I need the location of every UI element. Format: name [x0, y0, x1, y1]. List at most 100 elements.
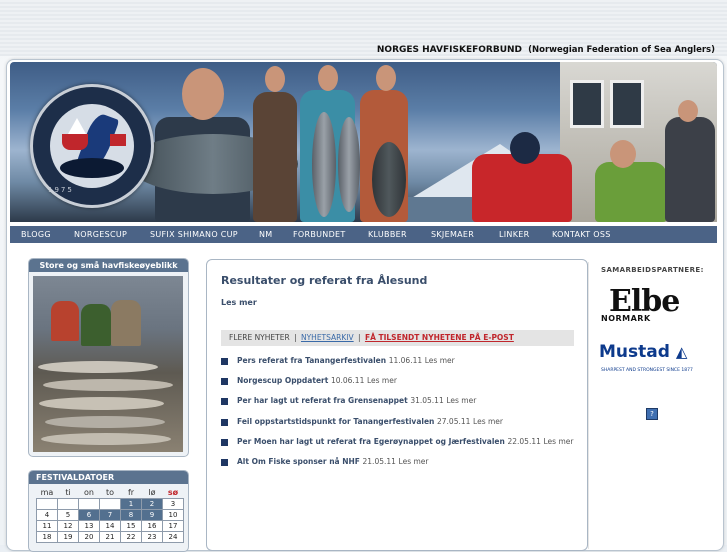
angler-face: [265, 66, 285, 92]
calendar-day[interactable]: 5: [57, 509, 79, 521]
angler-face: [678, 100, 698, 122]
calendar-weekday: ma: [40, 487, 54, 497]
calendar-day[interactable]: 14: [99, 520, 121, 532]
calendar-day[interactable]: 17: [162, 520, 184, 532]
news-item-link[interactable]: Norgescup Oppdatert 10.06.11 Les mer: [237, 376, 397, 385]
news-item-title[interactable]: Per har lagt ut referat fra Grensenappet: [237, 396, 408, 405]
normark-logo[interactable]: NORMARK: [601, 314, 651, 323]
angler-figure: [665, 117, 715, 222]
fish-image: [312, 112, 336, 217]
calendar-day[interactable]: 21: [99, 531, 121, 543]
news-item-date: 22.05.11: [507, 436, 541, 446]
news-archive-link[interactable]: NYHETSARKIV: [301, 333, 354, 342]
nav-skjemaer[interactable]: SKJEMAER: [431, 230, 474, 239]
calendar-weekday: sø: [167, 487, 179, 497]
nav-kontakt-oss[interactable]: KONTAKT OSS: [552, 230, 611, 239]
calendar-day[interactable]: 18: [36, 531, 58, 543]
news-item-link[interactable]: Alt Om Fiske sponser nå NHF 21.05.11 Les…: [237, 457, 429, 466]
calendar-day[interactable]: 3: [162, 498, 184, 510]
news-item-link[interactable]: Per Moen har lagt ut referat fra Egerøyn…: [237, 437, 573, 446]
calendar-day[interactable]: 23: [141, 531, 163, 543]
news-headline[interactable]: Resultater og referat fra Ålesund: [221, 274, 427, 287]
bullet-icon: [221, 358, 228, 365]
calendar-day[interactable]: 1: [120, 498, 142, 510]
calendar-day[interactable]: 19: [57, 531, 79, 543]
nav-nm[interactable]: NM: [259, 230, 273, 239]
logo-year: 1975: [48, 186, 74, 194]
calendar-day[interactable]: 6: [78, 509, 100, 521]
news-item-title[interactable]: Feil oppstartstidspunkt for Tanangerfest…: [237, 417, 434, 426]
nav-norgescup[interactable]: NORGESCUP: [74, 230, 127, 239]
calendar-day[interactable]: 4: [36, 509, 58, 521]
news-item-read-more[interactable]: Les mer: [473, 417, 503, 426]
calendar-day[interactable]: 10: [162, 509, 184, 521]
news-item-link[interactable]: Per har lagt ut referat fra Grensenappet…: [237, 396, 476, 405]
calendar-day[interactable]: 24: [162, 531, 184, 543]
news-item-read-more[interactable]: Les mer: [425, 356, 455, 365]
news-item-read-more[interactable]: Les mer: [446, 396, 476, 405]
news-item-date: 21.05.11: [362, 456, 396, 466]
calendar-week: 11 12 13 14 15 16 17: [36, 520, 184, 532]
flag-icon: [110, 134, 126, 146]
news-item-date: 11.06.11: [388, 356, 423, 365]
calendar-weekday: fr: [127, 487, 135, 497]
boat-window: [570, 80, 604, 128]
calendar-week: 18 19 20 21 22 23 24: [36, 531, 184, 543]
bullet-icon: [221, 458, 228, 466]
angler-face: [182, 68, 224, 120]
calendar-day[interactable]: 12: [57, 520, 79, 532]
calendar-day[interactable]: 13: [78, 520, 100, 532]
mustad-mark-icon: ◭: [675, 343, 688, 361]
photo-gallery-box: Store og små havfiskeøyeblikk: [28, 258, 189, 457]
gallery-photo[interactable]: [33, 276, 183, 452]
calendar-day[interactable]: 8: [120, 509, 142, 521]
read-more-link[interactable]: Les mer: [221, 298, 257, 307]
email-subscribe-link[interactable]: FÅ TILSENDT NYHETENE PÅ E-POST: [365, 333, 514, 342]
news-item-title[interactable]: Pers referat fra Tanangerfestivalen: [237, 356, 386, 365]
nav-blogg[interactable]: BLOGG: [21, 230, 51, 239]
mustad-wordmark: Mustad: [599, 342, 670, 362]
angler-figure: [51, 301, 79, 341]
calendar-day[interactable]: 11: [36, 520, 58, 532]
calendar-day[interactable]: 9: [141, 509, 163, 521]
calendar-day[interactable]: 20: [78, 531, 100, 543]
calendar-day[interactable]: 2: [141, 498, 163, 510]
angler-face: [376, 65, 396, 91]
nav-forbundet[interactable]: FORBUNDET: [293, 230, 346, 239]
angler-face: [318, 65, 338, 91]
more-news-bar: FLERE NYHETER | NYHETSARKIV | FÅ TILSEND…: [221, 330, 574, 346]
fish-image: [43, 379, 173, 391]
news-item-date: 10.06.11: [330, 376, 365, 386]
separator: |: [294, 333, 297, 342]
separator: |: [358, 333, 361, 342]
calendar-week: 123: [36, 498, 184, 510]
mustad-logo[interactable]: Mustad ◭: [599, 342, 687, 362]
news-item-title[interactable]: Alt Om Fiske sponser nå NHF: [237, 457, 360, 466]
calendar-day: [78, 498, 100, 510]
calendar-day: [99, 498, 121, 510]
angler-figure: [253, 92, 297, 222]
calendar-day[interactable]: 15: [120, 520, 142, 532]
news-item-date: 27.05.11: [437, 416, 471, 426]
news-item-link[interactable]: Feil oppstartstidspunkt for Tanangerfest…: [237, 417, 503, 426]
calendar-day[interactable]: 22: [120, 531, 142, 543]
fish-icon: [60, 158, 124, 178]
news-item-title[interactable]: Norgescup Oppdatert: [237, 376, 328, 385]
news-item-read-more[interactable]: Les mer: [544, 437, 574, 446]
nav-klubber[interactable]: KLUBBER: [368, 230, 407, 239]
gallery-header: Store og små havfiskeøyeblikk: [29, 259, 188, 272]
calendar-weekday: on: [84, 487, 94, 497]
calendar-day[interactable]: 16: [141, 520, 163, 532]
bullet-icon: [221, 378, 228, 386]
partner-badge-icon[interactable]: ?: [646, 408, 658, 420]
news-item-link[interactable]: Pers referat fra Tanangerfestivalen 11.0…: [237, 356, 455, 365]
news-item-title[interactable]: Per Moen har lagt ut referat fra Egerøyn…: [237, 437, 505, 446]
nav-sufix-shimano-cup[interactable]: SUFIX SHIMANO CUP: [150, 230, 238, 239]
news-item-read-more[interactable]: Les mer: [399, 457, 429, 466]
calendar-day[interactable]: 7: [99, 509, 121, 521]
angler-face: [510, 132, 540, 164]
calendar-week: 4 5 6 7 8 9 10: [36, 509, 184, 521]
news-item-read-more[interactable]: Les mer: [367, 376, 397, 385]
bullet-icon: [221, 418, 228, 426]
nav-linker[interactable]: LINKER: [499, 230, 529, 239]
